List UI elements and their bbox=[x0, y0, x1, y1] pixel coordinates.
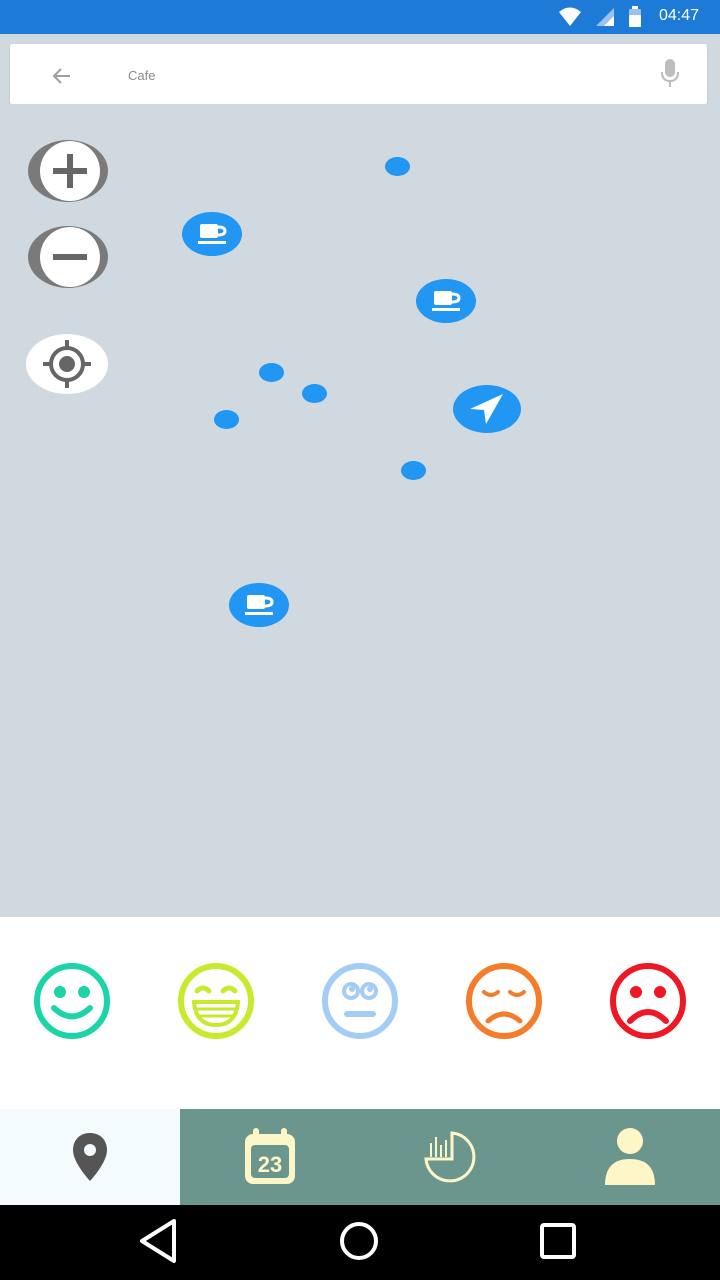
nav-home-icon[interactable] bbox=[329, 1213, 389, 1269]
wifi-icon bbox=[559, 7, 581, 26]
mic-icon[interactable] bbox=[659, 58, 681, 90]
search-bar bbox=[10, 44, 707, 104]
mood-neutral-icon[interactable] bbox=[320, 961, 400, 1041]
search-input[interactable] bbox=[126, 62, 630, 88]
coffee-cup-icon bbox=[432, 291, 461, 311]
cafe-marker[interactable] bbox=[229, 583, 289, 627]
navigation-marker[interactable] bbox=[453, 385, 521, 433]
bottom-tab-bar: 23 bbox=[0, 1109, 720, 1205]
back-arrow-icon[interactable] bbox=[50, 64, 74, 88]
map-pin-icon bbox=[73, 1133, 107, 1181]
mood-panel bbox=[0, 917, 720, 1109]
mood-grin-icon[interactable] bbox=[176, 961, 256, 1041]
zoom-in-button[interactable] bbox=[28, 140, 108, 202]
coffee-cup-icon bbox=[198, 224, 227, 244]
nav-recents-icon[interactable] bbox=[528, 1213, 588, 1269]
map-dot-marker[interactable] bbox=[401, 461, 426, 480]
tab-stats[interactable] bbox=[360, 1109, 540, 1205]
mood-smile-icon[interactable] bbox=[32, 961, 112, 1041]
map-dot-marker[interactable] bbox=[214, 410, 239, 429]
mood-sad-icon[interactable] bbox=[464, 961, 544, 1041]
cafe-marker[interactable] bbox=[182, 212, 242, 256]
calendar-day-label: 23 bbox=[258, 1152, 282, 1177]
profile-icon bbox=[605, 1128, 655, 1185]
navigation-arrow-icon bbox=[470, 394, 503, 424]
system-nav-bar bbox=[0, 1205, 720, 1280]
cafe-marker[interactable] bbox=[416, 279, 476, 323]
map-view[interactable] bbox=[0, 104, 720, 917]
my-location-button[interactable] bbox=[26, 334, 108, 394]
signal-icon bbox=[596, 8, 614, 26]
calendar-icon: 23 bbox=[245, 1128, 295, 1184]
stats-icon bbox=[424, 1131, 476, 1183]
mood-very-sad-icon[interactable] bbox=[608, 961, 688, 1041]
map-dot-marker[interactable] bbox=[259, 363, 284, 382]
status-time: 04:47 bbox=[658, 7, 699, 24]
coffee-cup-icon bbox=[245, 595, 274, 615]
tab-map[interactable] bbox=[0, 1109, 180, 1205]
tab-profile[interactable] bbox=[540, 1109, 720, 1205]
nav-back-icon[interactable] bbox=[128, 1213, 188, 1269]
tab-calendar[interactable]: 23 bbox=[180, 1109, 360, 1205]
status-bar: 04:47 bbox=[0, 0, 720, 34]
map-dot-marker[interactable] bbox=[302, 384, 327, 403]
map-dot-marker[interactable] bbox=[385, 157, 410, 176]
zoom-out-button[interactable] bbox=[28, 226, 108, 288]
battery-icon bbox=[629, 6, 641, 27]
